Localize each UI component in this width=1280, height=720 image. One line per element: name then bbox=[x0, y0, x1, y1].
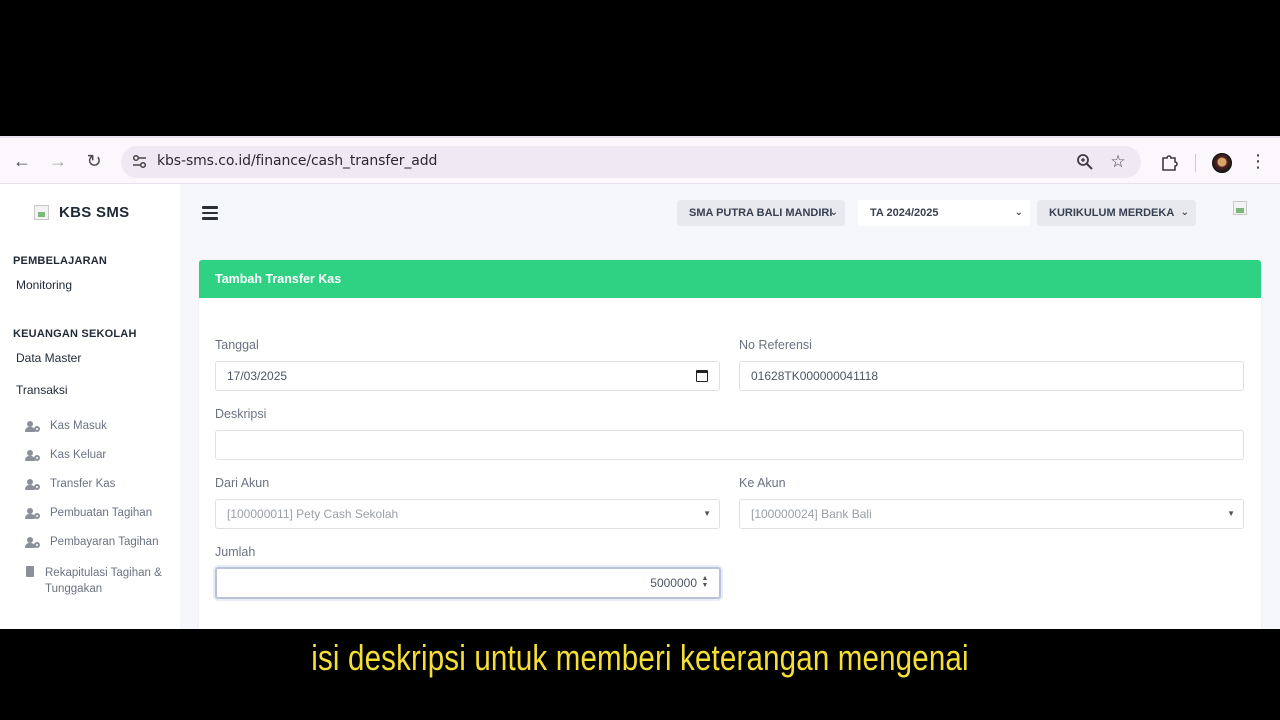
no-referensi-label: No Referensi bbox=[739, 338, 812, 352]
back-icon[interactable]: ← bbox=[12, 151, 32, 171]
sidebar-item-rekapitulasi[interactable]: Rekapitulasi Tagihan & Tunggakan bbox=[25, 565, 175, 597]
sidebar-item-label: Transfer Kas bbox=[50, 478, 116, 490]
jumlah-value: 5000000 bbox=[650, 576, 697, 590]
user-gear-icon bbox=[25, 537, 40, 549]
deskripsi-field[interactable] bbox=[215, 430, 1244, 460]
user-avatar[interactable] bbox=[1233, 201, 1247, 215]
forward-icon[interactable]: → bbox=[48, 151, 68, 171]
card-title: Tambah Transfer Kas bbox=[215, 272, 342, 286]
menu-kebab-icon[interactable]: ⋮ bbox=[1249, 151, 1267, 171]
year-select-value: TA 2024/2025 bbox=[870, 207, 939, 219]
transfer-kas-card: Tambah Transfer Kas Tanggal 17/03/2025 N… bbox=[199, 260, 1261, 629]
sidebar-item-data-master[interactable]: Data Master bbox=[16, 351, 81, 365]
user-gear-icon bbox=[25, 508, 40, 520]
sidebar-item-kas-masuk[interactable]: Kas Masuk bbox=[25, 420, 107, 433]
browser-toolbar: ← → ↻ kbs-sms.co.id/finance/cash_transfe… bbox=[0, 136, 1280, 184]
url-text[interactable]: kbs-sms.co.id/finance/cash_transfer_add bbox=[157, 153, 437, 169]
ke-akun-value: [100000024] Bank Bali bbox=[751, 507, 872, 521]
toolbar-separator bbox=[1195, 154, 1196, 172]
caret-down-icon: ▼ bbox=[703, 509, 711, 518]
video-frame: ← → ↻ kbs-sms.co.id/finance/cash_transfe… bbox=[0, 0, 1280, 720]
browser-window: ← → ↻ kbs-sms.co.id/finance/cash_transfe… bbox=[0, 136, 1280, 629]
section-heading-pembelajaran: PEMBELAJARAN bbox=[13, 255, 108, 267]
number-spinner-icon[interactable]: ▲ ▼ bbox=[701, 575, 709, 589]
brand-name: KBS SMS bbox=[59, 204, 130, 221]
sidebar-item-pembayaran-tagihan[interactable]: Pembayaran Tagihan bbox=[25, 536, 158, 549]
chevron-down-icon: ⌄ bbox=[1180, 207, 1189, 218]
hamburger-menu-icon[interactable] bbox=[202, 206, 218, 220]
ke-akun-select[interactable]: [100000024] Bank Bali ▼ bbox=[739, 499, 1244, 529]
chevron-down-icon: ⌄ bbox=[1014, 207, 1023, 218]
caret-down-icon: ▼ bbox=[1227, 509, 1235, 518]
main-content: SMA PUTRA BALI MANDIRI ⌄ TA 2024/2025 ⌄ … bbox=[180, 184, 1280, 629]
sidebar-item-label: Rekapitulasi Tagihan & Tunggakan bbox=[45, 567, 162, 595]
video-subtitle-bar: isi deskripsi untuk memberi keterangan m… bbox=[0, 629, 1280, 720]
chevron-down-icon: ⌄ bbox=[829, 207, 838, 218]
sidebar-item-label: Pembayaran Tagihan bbox=[50, 536, 159, 548]
dari-akun-value: [100000011] Pety Cash Sekolah bbox=[227, 507, 399, 521]
book-icon bbox=[25, 566, 35, 578]
sidebar-item-transaksi[interactable]: Transaksi bbox=[16, 383, 68, 397]
no-referensi-value: 01628TK000000041118 bbox=[751, 369, 879, 383]
ke-akun-label: Ke Akun bbox=[739, 476, 786, 490]
subtitle-text: isi deskripsi untuk memberi keterangan m… bbox=[311, 637, 969, 678]
sidebar-item-pembuatan-tagihan[interactable]: Pembuatan Tagihan bbox=[25, 507, 152, 520]
dari-akun-label: Dari Akun bbox=[215, 476, 270, 490]
sidebar: KBS SMS PEMBELAJARAN Monitoring KEUANGAN… bbox=[0, 184, 180, 629]
year-select[interactable]: TA 2024/2025 ⌄ bbox=[858, 200, 1030, 226]
sidebar-item-kas-keluar[interactable]: Kas Keluar bbox=[25, 449, 106, 462]
section-heading-keuangan-sekolah: KEUANGAN SEKOLAH bbox=[13, 328, 137, 340]
curriculum-select[interactable]: KURIKULUM MERDEKA ⌄ bbox=[1037, 200, 1196, 226]
school-select-value: SMA PUTRA BALI MANDIRI bbox=[689, 207, 833, 219]
site-settings-icon[interactable] bbox=[131, 153, 149, 171]
extensions-icon[interactable] bbox=[1159, 152, 1179, 172]
zoom-icon[interactable] bbox=[1075, 152, 1095, 172]
user-gear-icon bbox=[25, 421, 40, 433]
sidebar-item-monitoring[interactable]: Monitoring bbox=[16, 278, 72, 292]
tanggal-label: Tanggal bbox=[215, 338, 259, 352]
tanggal-field[interactable]: 17/03/2025 bbox=[215, 361, 720, 391]
brand[interactable]: KBS SMS bbox=[34, 204, 129, 221]
logo-image bbox=[34, 205, 49, 220]
sidebar-item-label: Kas Keluar bbox=[50, 449, 107, 461]
address-bar[interactable]: kbs-sms.co.id/finance/cash_transfer_add … bbox=[121, 146, 1141, 178]
sidebar-item-transfer-kas[interactable]: Transfer Kas bbox=[25, 478, 115, 491]
user-gear-icon bbox=[25, 450, 40, 462]
deskripsi-label: Deskripsi bbox=[215, 407, 267, 421]
jumlah-field[interactable]: 5000000 ▲ ▼ bbox=[215, 567, 721, 599]
no-referensi-field[interactable]: 01628TK000000041118 bbox=[739, 361, 1244, 391]
card-header: Tambah Transfer Kas bbox=[199, 260, 1261, 298]
dari-akun-select[interactable]: [100000011] Pety Cash Sekolah ▼ bbox=[215, 499, 720, 529]
school-select[interactable]: SMA PUTRA BALI MANDIRI ⌄ bbox=[677, 200, 845, 226]
curriculum-select-value: KURIKULUM MERDEKA bbox=[1049, 207, 1175, 219]
user-gear-icon bbox=[25, 479, 40, 491]
jumlah-label: Jumlah bbox=[215, 545, 256, 559]
reload-icon[interactable]: ↻ bbox=[84, 151, 104, 171]
star-icon[interactable]: ☆ bbox=[1108, 152, 1128, 172]
sidebar-item-label: Pembuatan Tagihan bbox=[50, 507, 153, 519]
profile-avatar[interactable] bbox=[1212, 153, 1232, 173]
tanggal-value: 17/03/2025 bbox=[227, 369, 288, 383]
calendar-icon[interactable] bbox=[696, 370, 708, 382]
sidebar-item-label: Kas Masuk bbox=[50, 420, 107, 432]
